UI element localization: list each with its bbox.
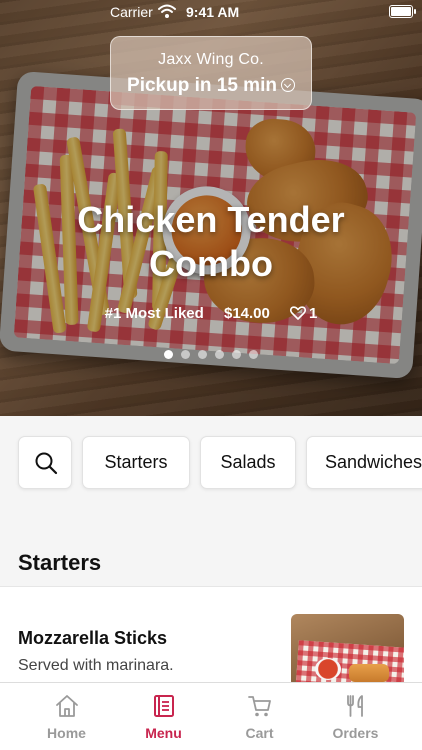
tab-home[interactable]: Home — [14, 683, 119, 750]
carousel-dots — [0, 350, 422, 359]
carousel-dot[interactable] — [181, 350, 190, 359]
heart-icon — [290, 306, 307, 320]
tab-label: Orders — [332, 725, 379, 741]
search-button[interactable] — [18, 436, 72, 489]
tab-orders[interactable]: Orders — [303, 683, 408, 750]
status-bar: Carrier 9:41 AM — [0, 0, 422, 26]
likes-count: 1 — [309, 305, 318, 322]
tab-label: Home — [47, 725, 86, 741]
tab-cart[interactable]: Cart — [207, 683, 312, 750]
menu-item[interactable]: Mozzarella Sticks Served with marinara. — [0, 587, 422, 687]
menu-icon — [154, 695, 174, 717]
cart-icon — [248, 696, 271, 717]
hero-title: Chicken Tender Combo — [77, 199, 345, 284]
carousel-dot[interactable] — [232, 350, 241, 359]
carousel-dot[interactable] — [198, 350, 207, 359]
carousel-dot[interactable] — [215, 350, 224, 359]
battery-icon — [389, 5, 416, 18]
hero-badge: #1 Most Liked — [104, 305, 204, 322]
menu-item-name: Mozzarella Sticks — [18, 628, 168, 648]
status-time: 9:41 AM — [186, 4, 240, 20]
pickup-time: Pickup in 15 min — [111, 75, 311, 97]
menu-item-image — [291, 614, 404, 687]
location-selector[interactable]: Jaxx Wing Co. Pickup in 15 min — [110, 36, 312, 110]
hero-likes[interactable]: 1 — [290, 305, 317, 322]
home-icon — [56, 695, 78, 717]
section-title: Starters — [18, 550, 102, 575]
carrier-label: Carrier — [110, 4, 153, 20]
menu-item-description: Served with marinara. — [18, 657, 174, 674]
carousel-dot[interactable] — [249, 350, 258, 359]
tab-menu[interactable]: Menu — [111, 683, 216, 750]
category-bar: Starters Salads Sandwiches — [0, 416, 422, 514]
wifi-icon — [158, 4, 176, 18]
category-chip-starters[interactable]: Starters — [82, 436, 190, 489]
tab-label: Menu — [145, 725, 182, 741]
category-chip-salads[interactable]: Salads — [200, 436, 296, 489]
chevron-down-icon — [280, 78, 295, 92]
tab-label: Cart — [245, 725, 274, 741]
hero-price: $14.00 — [223, 305, 270, 322]
fork-knife-icon — [347, 695, 363, 717]
category-chip-sandwiches[interactable]: Sandwiches — [306, 436, 422, 489]
carousel-dot[interactable] — [164, 350, 173, 359]
hero-meta: #1 Most Liked $14.00 1 — [0, 305, 422, 322]
tab-bar: Home Menu Cart Orders — [0, 682, 422, 750]
search-icon — [35, 452, 58, 475]
store-name: Jaxx Wing Co. — [158, 51, 264, 68]
